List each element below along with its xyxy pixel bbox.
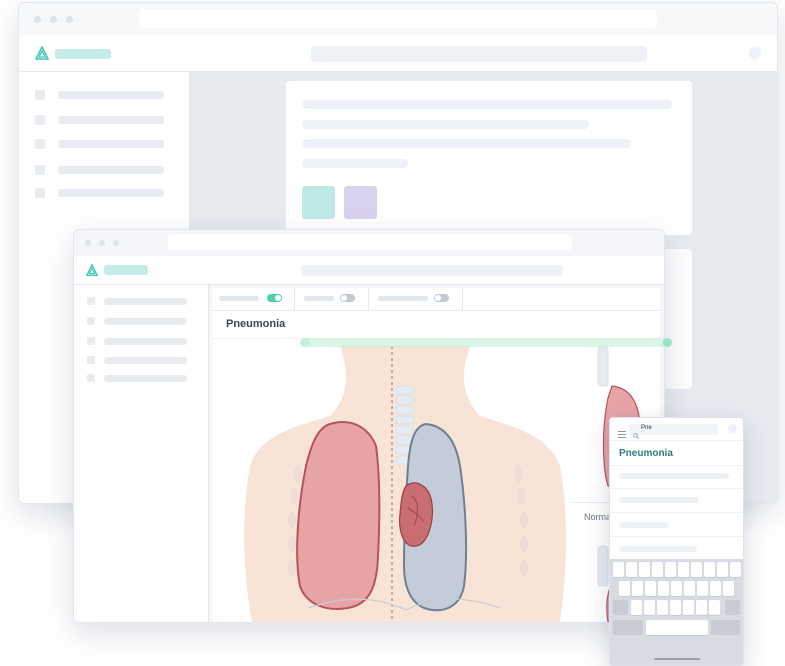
keyboard-key[interactable] <box>710 581 721 596</box>
result-line-placeholder[interactable] <box>619 522 669 528</box>
brand-name-placeholder <box>104 265 148 275</box>
keyboard-key[interactable] <box>704 562 715 577</box>
sidebar-item[interactable] <box>35 188 175 198</box>
keyboard-key[interactable] <box>646 620 708 635</box>
keyboard-key[interactable] <box>632 581 643 596</box>
overlay-dot <box>663 338 672 347</box>
sidebar-item[interactable] <box>87 337 199 345</box>
window-minimize-dot[interactable] <box>99 240 105 246</box>
user-avatar[interactable] <box>749 47 761 59</box>
teal-swatch[interactable] <box>302 186 335 219</box>
text-line-placeholder <box>302 100 672 109</box>
keyboard-key[interactable] <box>711 620 740 635</box>
layer-toggle[interactable] <box>267 294 282 302</box>
keyboard-key[interactable] <box>658 581 669 596</box>
result-line-placeholder[interactable] <box>619 497 699 503</box>
chest-anatomy-illustration <box>244 346 641 622</box>
window-close-dot[interactable] <box>34 16 41 23</box>
window-maximize-dot[interactable] <box>66 16 73 23</box>
on-screen-keyboard <box>610 559 743 665</box>
keyboard-key[interactable] <box>619 581 630 596</box>
address-bar[interactable] <box>139 9 657 28</box>
brand-logo-icon[interactable] <box>86 264 98 276</box>
search-input[interactable]: Pne <box>629 424 718 439</box>
hamburger-icon[interactable] <box>618 425 626 443</box>
keyboard-key[interactable] <box>645 581 656 596</box>
brand-name-placeholder <box>55 49 111 59</box>
overlay-dot <box>301 338 310 347</box>
mobile-avatar[interactable] <box>728 424 737 433</box>
sidebar-item[interactable] <box>35 90 175 100</box>
front-browser-window: Pneumonia Normal <box>73 229 665 623</box>
result-line-placeholder[interactable] <box>619 473 729 479</box>
keyboard-key[interactable] <box>665 562 676 577</box>
keyboard-key[interactable] <box>644 600 655 615</box>
keyboard-key[interactable] <box>678 562 689 577</box>
sidebar <box>74 285 209 622</box>
window-maximize-dot[interactable] <box>113 240 119 246</box>
keyboard-key[interactable] <box>684 581 695 596</box>
keyboard-key[interactable] <box>626 562 637 577</box>
sidebar-item[interactable] <box>35 139 175 149</box>
keyboard-key[interactable] <box>613 562 624 577</box>
keyboard-key[interactable] <box>613 620 643 635</box>
window-minimize-dot[interactable] <box>50 16 57 23</box>
keyboard-key[interactable] <box>639 562 650 577</box>
brand-logo-icon[interactable] <box>35 46 49 60</box>
keyboard-key[interactable] <box>683 600 694 615</box>
sidebar-item[interactable] <box>87 374 199 382</box>
keyboard-key[interactable] <box>691 562 702 577</box>
heart-shape <box>399 482 433 547</box>
layer-toggle[interactable] <box>434 294 449 302</box>
sidebar-item[interactable] <box>87 356 199 364</box>
keyboard-key[interactable] <box>730 562 741 577</box>
keyboard-key[interactable] <box>717 562 728 577</box>
app-header <box>19 35 777 72</box>
sidebar-item[interactable] <box>35 165 175 175</box>
keyboard-key[interactable] <box>631 600 642 615</box>
keyboard-key[interactable] <box>652 562 663 577</box>
sidebar-item[interactable] <box>87 317 199 325</box>
sidebar-item[interactable] <box>35 115 175 125</box>
keyboard-key[interactable] <box>657 600 668 615</box>
keyboard-key[interactable] <box>709 600 720 615</box>
sidebar-item[interactable] <box>87 297 199 305</box>
text-line-placeholder <box>302 159 408 168</box>
keyboard-key[interactable] <box>670 600 681 615</box>
search-result-title[interactable]: Pneumonia <box>619 448 673 459</box>
magnifier-icon <box>633 426 639 444</box>
header-search-placeholder[interactable] <box>311 46 647 62</box>
overlay-highlight <box>300 338 670 347</box>
keyboard-key[interactable] <box>723 581 734 596</box>
window-close-dot[interactable] <box>85 240 91 246</box>
home-indicator <box>654 658 700 660</box>
address-bar[interactable] <box>168 234 572 250</box>
content-card <box>286 81 692 235</box>
app-header <box>74 256 664 285</box>
layer-toggle[interactable] <box>340 294 355 302</box>
keyboard-key[interactable] <box>725 600 740 615</box>
page-title: Pneumonia <box>226 318 286 330</box>
text-line-placeholder <box>302 139 631 148</box>
keyboard-key[interactable] <box>697 581 708 596</box>
search-input-value: Pne <box>641 425 652 431</box>
keyboard-key[interactable] <box>671 581 682 596</box>
purple-swatch[interactable] <box>344 186 377 219</box>
header-search-placeholder[interactable] <box>301 265 563 276</box>
mobile-device: Pne Pneumonia <box>609 417 744 666</box>
text-line-placeholder <box>302 120 589 129</box>
keyboard-key[interactable] <box>613 600 628 615</box>
keyboard-key[interactable] <box>696 600 707 615</box>
mobile-search-bar: Pne <box>610 418 743 441</box>
view-toolbar <box>212 288 660 311</box>
result-line-placeholder[interactable] <box>619 546 697 552</box>
